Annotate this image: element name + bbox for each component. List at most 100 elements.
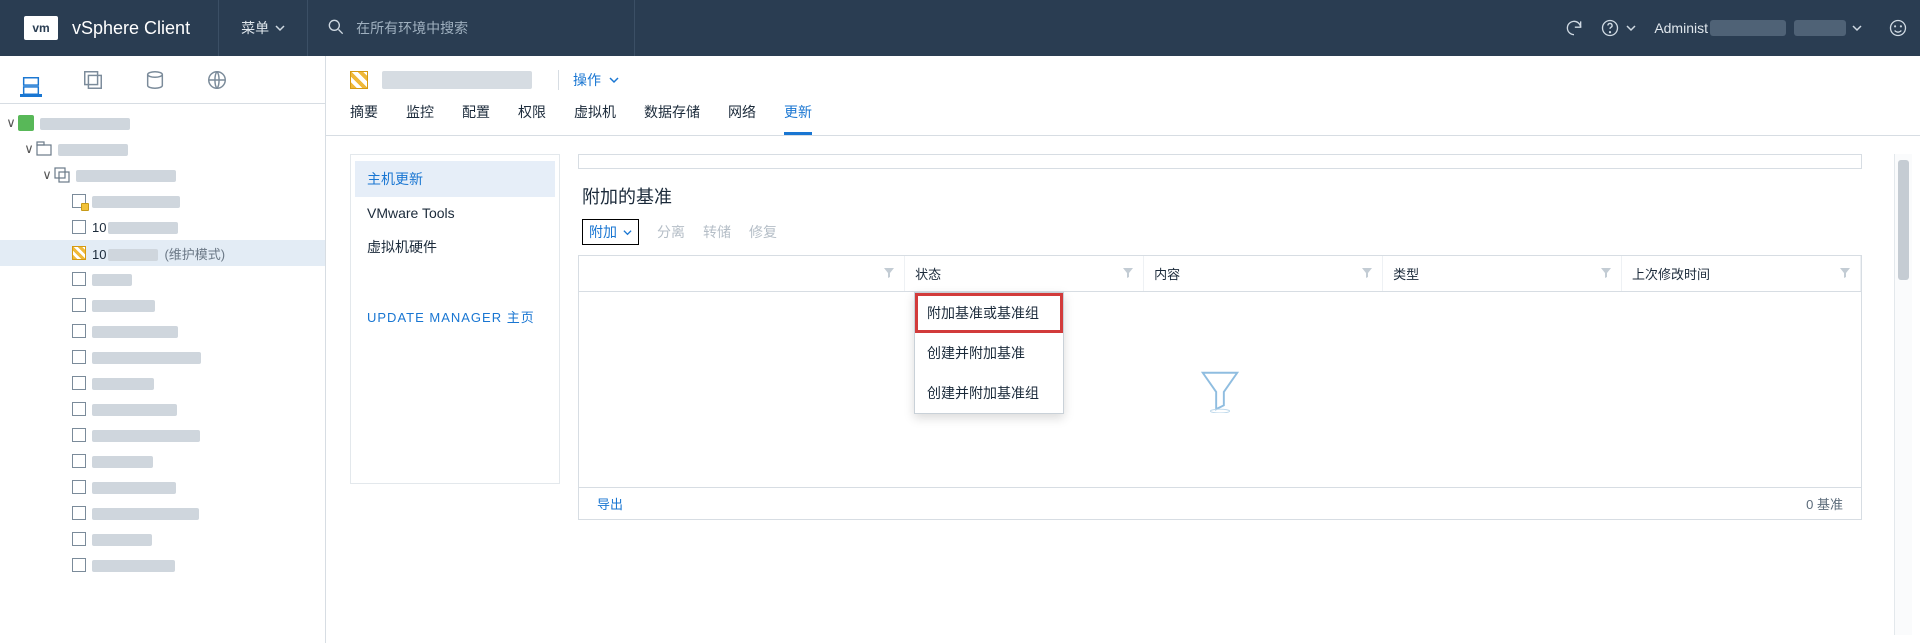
menu-label: 菜单 [241, 18, 269, 38]
filter-icon[interactable] [884, 266, 894, 281]
redacted-text [1710, 20, 1786, 36]
tree-row[interactable] [0, 188, 325, 214]
tree-row[interactable] [0, 344, 325, 370]
export-link[interactable]: 导出 [597, 494, 623, 513]
help-button[interactable] [1596, 0, 1640, 56]
content-area: 操作 摘要监控配置权限虚拟机数据存储网络更新 主机更新VMware Tools虚… [326, 56, 1920, 643]
tree-row[interactable] [0, 396, 325, 422]
tab-networking-icon[interactable] [206, 69, 228, 91]
host-icon [72, 506, 86, 520]
attach-dropdown-button[interactable]: 附加 [582, 219, 639, 245]
update-side-nav: 主机更新VMware Tools虚拟机硬件 UPDATE MANAGER 主页 [350, 154, 560, 484]
remediate-button[interactable]: 修复 [749, 222, 777, 242]
host-icon [72, 480, 86, 494]
host-icon [72, 324, 86, 338]
host-icon [72, 454, 86, 468]
panel-top-border [578, 154, 1862, 168]
tab-storage-icon[interactable] [144, 69, 166, 91]
attach-label: 附加 [589, 222, 617, 242]
filter-icon[interactable] [1840, 266, 1850, 281]
filter-icon[interactable] [1601, 266, 1611, 281]
host-icon [72, 350, 86, 364]
inventory-tree[interactable]: ∨∨∨1010(维护模式) [0, 104, 325, 643]
cluster-icon [54, 167, 70, 183]
row-count: 0 基准 [1806, 494, 1843, 513]
redacted-text [1794, 20, 1846, 36]
host-icon [72, 558, 86, 572]
global-search[interactable] [308, 0, 635, 56]
host-icon [72, 272, 86, 286]
update-manager-home-link[interactable]: UPDATE MANAGER 主页 [355, 299, 555, 334]
dropdown-item[interactable]: 创建并附加基准组 [915, 373, 1063, 413]
scrollbar-thumb[interactable] [1898, 160, 1909, 280]
host-icon [72, 532, 86, 546]
column-header[interactable]: 类型 [1383, 256, 1622, 291]
column-header[interactable]: 内容 [1144, 256, 1383, 291]
tree-row[interactable] [0, 474, 325, 500]
tab-0[interactable]: 摘要 [350, 102, 378, 135]
tree-row[interactable]: ∨ [0, 162, 325, 188]
baselines-panel: 附加的基准 附加 分离 转储 修复 状态内容类型上次修改时间 [578, 154, 1876, 635]
search-input[interactable] [356, 20, 616, 36]
host-icon [72, 402, 86, 416]
transfer-button[interactable]: 转储 [703, 222, 731, 242]
tree-row[interactable] [0, 318, 325, 344]
tree-row[interactable]: 10 [0, 214, 325, 240]
tree-row[interactable]: 10(维护模式) [0, 240, 325, 266]
column-header[interactable]: 上次修改时间 [1622, 256, 1861, 291]
tab-3[interactable]: 权限 [518, 102, 546, 135]
tree-row[interactable] [0, 500, 325, 526]
side-nav-item[interactable]: 虚拟机硬件 [355, 229, 555, 265]
tab-6[interactable]: 网络 [728, 102, 756, 135]
user-menu[interactable]: Administ [1640, 20, 1876, 36]
tree-row[interactable] [0, 266, 325, 292]
vcenter-icon [18, 115, 34, 131]
grid-footer: 导出 0 基准 [578, 488, 1862, 520]
host-icon [72, 376, 86, 390]
tree-row[interactable]: ∨ [0, 136, 325, 162]
tree-row[interactable] [0, 370, 325, 396]
tree-row[interactable] [0, 552, 325, 578]
tab-4[interactable]: 虚拟机 [574, 102, 616, 135]
chevron-down-icon [275, 20, 285, 36]
content-scrollbar[interactable] [1894, 154, 1912, 635]
tab-hosts-clusters-icon[interactable] [20, 75, 42, 97]
filter-icon[interactable] [1362, 266, 1372, 281]
tree-row[interactable] [0, 526, 325, 552]
page-title [382, 71, 532, 89]
actions-menu[interactable]: 操作 [558, 70, 619, 90]
panel-toolbar: 附加 分离 转储 修复 [578, 219, 1862, 255]
filter-icon[interactable] [1123, 266, 1133, 281]
refresh-button[interactable] [1552, 0, 1596, 56]
tab-2[interactable]: 配置 [462, 102, 490, 135]
tab-5[interactable]: 数据存储 [644, 102, 700, 135]
tree-row[interactable] [0, 422, 325, 448]
side-nav-item[interactable]: VMware Tools [355, 197, 555, 229]
host-icon [72, 298, 86, 312]
detach-button[interactable]: 分离 [657, 222, 685, 242]
host-status-icon [350, 71, 368, 89]
grid-header: 状态内容类型上次修改时间 [578, 255, 1862, 292]
tree-row[interactable]: ∨ [0, 110, 325, 136]
tree-row[interactable] [0, 292, 325, 318]
tree-row[interactable] [0, 448, 325, 474]
app-title: vSphere Client [72, 18, 190, 39]
tab-vms-templates-icon[interactable] [82, 69, 104, 91]
menu-dropdown[interactable]: 菜单 [218, 0, 308, 56]
chevron-down-icon [1852, 20, 1862, 36]
filter-funnel-icon [1197, 367, 1243, 413]
datacenter-icon [36, 141, 52, 157]
tab-1[interactable]: 监控 [406, 102, 434, 135]
tab-7[interactable]: 更新 [784, 102, 812, 135]
dropdown-item[interactable]: 附加基准或基准组 [915, 293, 1063, 333]
host-maintenance-icon [72, 246, 86, 260]
feedback-button[interactable] [1876, 0, 1920, 56]
inventory-sidebar: ∨∨∨1010(维护模式) [0, 56, 326, 643]
grid-body-empty [578, 292, 1862, 488]
host-icon [72, 220, 86, 234]
dropdown-item[interactable]: 创建并附加基准 [915, 333, 1063, 373]
column-header[interactable] [579, 256, 905, 291]
column-header[interactable]: 状态 [905, 256, 1144, 291]
chevron-down-icon [1626, 20, 1636, 36]
side-nav-item[interactable]: 主机更新 [355, 161, 555, 197]
